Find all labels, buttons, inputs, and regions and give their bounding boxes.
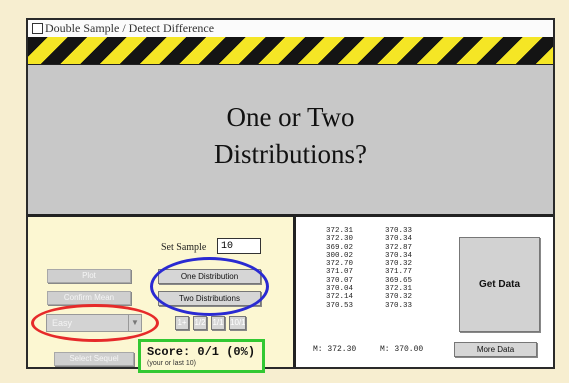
data-panel: 372.31 372.30 369.02 300.02 372.70 371.0… [296, 217, 553, 367]
data-value: 372.14 [326, 293, 354, 302]
banner-question: One or Two Distributions? [28, 99, 553, 173]
data-value: 372.31 [385, 285, 413, 294]
more-data-button[interactable]: More Data [454, 342, 537, 357]
two-distributions-button[interactable]: Two Distributions [158, 291, 261, 306]
data-value: 370.04 [326, 285, 354, 294]
data-value: 370.34 [385, 251, 413, 260]
data-value: 369.65 [385, 276, 413, 285]
controls-panel: Set Sample Plot Confirm Mean Easy ▼ Sele… [28, 217, 296, 373]
sample-2-mean: M: 370.00 [380, 345, 424, 354]
data-value: 370.34 [385, 235, 413, 244]
sample-size-label: Set Sample [161, 242, 207, 253]
close-box-icon[interactable] [32, 23, 43, 34]
title-bar: Double Sample / Detect Difference [28, 20, 553, 38]
step-button-3[interactable]: 1/1 [211, 316, 225, 330]
score-caption: (your or last 10) [147, 360, 197, 367]
difficulty-value: Easy [52, 318, 73, 328]
data-value: 372.30 [326, 235, 354, 244]
step-button-1[interactable]: 1+ [175, 316, 189, 330]
step-button-4[interactable]: 10/1 [229, 316, 246, 330]
data-value: 300.02 [326, 251, 354, 260]
sample-2-column: 370.33 370.34 372.87 370.34 370.32 371.7… [385, 227, 412, 310]
score-box: Score: 0/1 (0%) (your or last 10) [138, 339, 265, 373]
question-banner: One or Two Distributions? [28, 65, 553, 217]
window-title: Double Sample / Detect Difference [45, 21, 215, 35]
sample-1-column: 372.31 372.30 369.02 300.02 372.70 371.0… [326, 227, 353, 310]
get-data-button[interactable]: Get Data [459, 237, 540, 332]
select-sequel-button[interactable]: Select Sequel [54, 352, 134, 366]
banner-line-2: Distributions? [214, 139, 367, 169]
data-value: 370.32 [385, 260, 413, 269]
data-value: 369.02 [326, 243, 354, 252]
confirm-mean-button[interactable]: Confirm Mean [47, 291, 131, 305]
banner-line-1: One or Two [226, 102, 355, 132]
sample-size-input[interactable] [217, 238, 261, 254]
app-window: Double Sample / Detect Difference One or… [26, 18, 555, 373]
data-value: 371.07 [326, 268, 354, 277]
data-value: 371.77 [385, 268, 413, 277]
data-value: 370.33 [385, 227, 413, 235]
sample-1-mean: M: 372.30 [313, 345, 357, 354]
one-distribution-button[interactable]: One Distribution [158, 269, 261, 284]
data-value: 370.53 [326, 301, 354, 310]
data-value: 370.07 [326, 276, 354, 285]
plot-button[interactable]: Plot [47, 269, 131, 283]
blue-highlight-ellipse [150, 257, 269, 316]
difficulty-select[interactable]: Easy ▼ [46, 314, 142, 332]
step-button-2[interactable]: 1/2 [193, 316, 207, 330]
chevron-down-icon: ▼ [128, 315, 141, 331]
hazard-stripes [28, 37, 553, 65]
data-value: 372.87 [385, 243, 413, 252]
data-value: 372.70 [326, 260, 354, 269]
data-value: 370.32 [385, 293, 413, 302]
data-value: 370.33 [385, 301, 413, 310]
score-value: Score: 0/1 (0%) [147, 345, 256, 359]
data-value: 372.31 [326, 227, 354, 235]
